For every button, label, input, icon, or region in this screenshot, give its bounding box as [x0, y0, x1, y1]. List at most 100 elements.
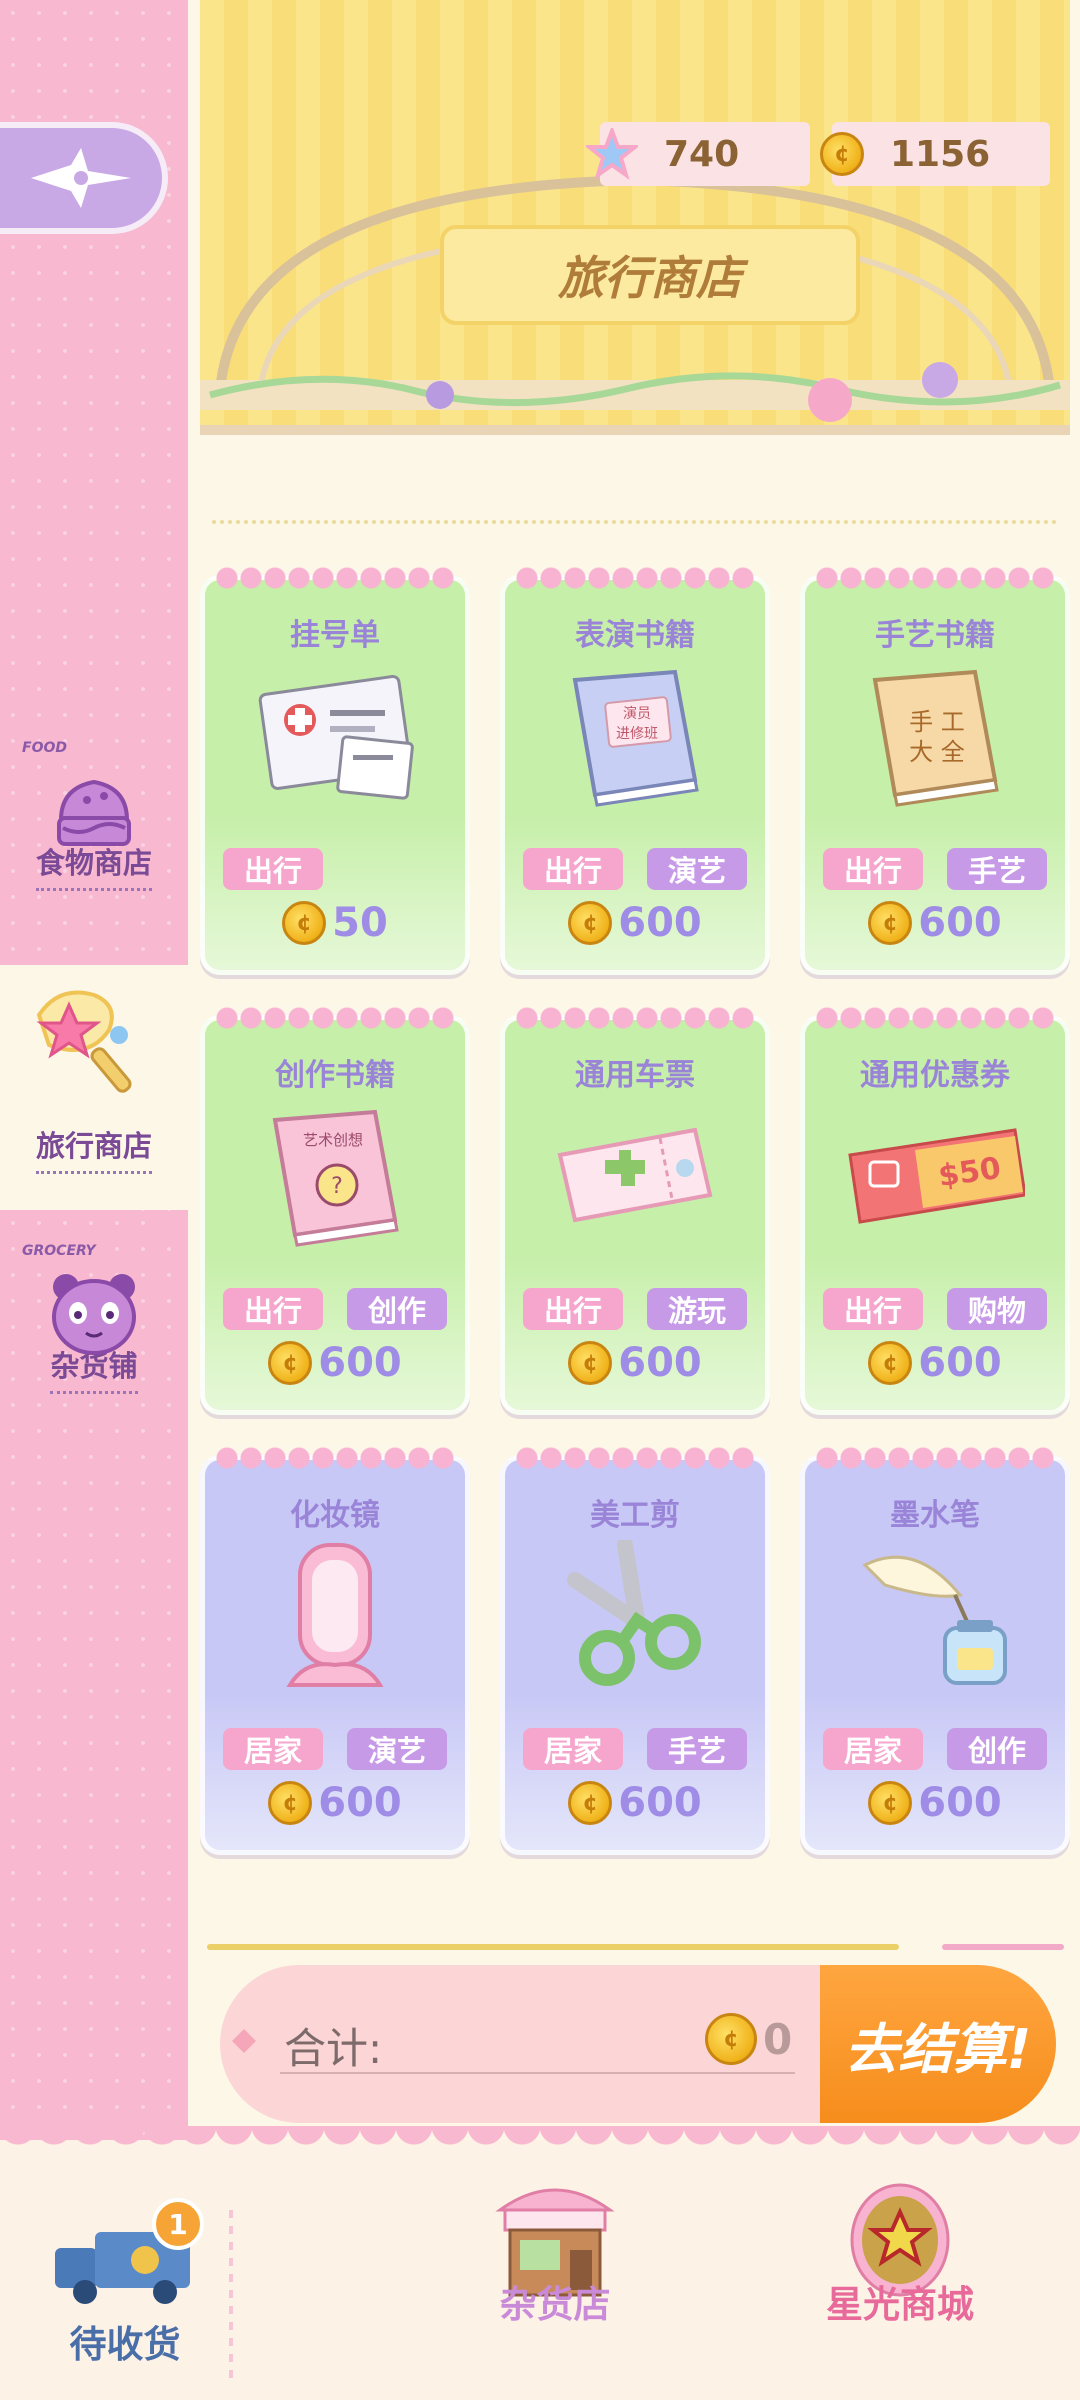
- nav-grocery-store[interactable]: 杂货店: [445, 2170, 665, 2328]
- scissors-icon: [567, 1540, 701, 1686]
- divider: [207, 1944, 899, 1950]
- item-name: 通用车票: [575, 1058, 695, 1093]
- coin-icon: ¢: [568, 1781, 613, 1825]
- price-value: 600: [318, 1780, 402, 1826]
- book-icon: 手 工 大 全: [872, 669, 999, 807]
- total-bar: 合计: ¢ 0 去结算!: [220, 1965, 1056, 2123]
- registration-form-icon: [258, 674, 414, 800]
- coin-icon: ¢: [868, 1341, 913, 1385]
- item-price: ¢ 600: [205, 1780, 465, 1826]
- nav-label: 星光商城: [826, 2283, 974, 2326]
- bottom-nav: 待收货 1 杂货店 星光商城: [0, 2126, 1080, 2400]
- item-price: ¢ 600: [805, 900, 1065, 946]
- coin-icon: ¢: [268, 1341, 313, 1385]
- divider: [229, 2210, 233, 2380]
- tag-label: 游玩: [647, 1288, 747, 1330]
- card-ribbon: [515, 566, 755, 590]
- card-ribbon: [515, 1446, 755, 1470]
- diamond-icon: [232, 2029, 256, 2053]
- tag-label: 居家: [523, 1728, 623, 1770]
- tag-label: 出行: [823, 848, 923, 890]
- coin-icon: ¢: [268, 1781, 313, 1825]
- svg-text:手 工: 手 工: [909, 708, 965, 736]
- book-icon: 演员 进修班: [572, 669, 699, 807]
- price-value: 600: [918, 1340, 1002, 1386]
- tag-label: 创作: [347, 1288, 447, 1330]
- item-name: 墨水笔: [890, 1498, 980, 1533]
- sidebar-tab-grocery[interactable]: GROCERY 杂货铺: [0, 1243, 188, 1413]
- coin-currency: ¢ 1156: [820, 122, 1050, 186]
- panda-icon: [52, 1274, 136, 1355]
- back-button[interactable]: [0, 122, 168, 234]
- divider: [212, 520, 1057, 524]
- ticket-icon: [557, 1127, 713, 1223]
- shop-header-banner: 740 ¢ 1156 旅行商店: [200, 0, 1070, 435]
- tag-label: 出行: [223, 1288, 323, 1330]
- price-value: 600: [618, 1340, 702, 1386]
- svg-text:?: ?: [331, 1174, 343, 1199]
- scallop-border: [0, 2126, 1080, 2154]
- tag-label: 演艺: [347, 1728, 447, 1770]
- book-icon: 艺术创想 ?: [272, 1109, 399, 1247]
- sidebar-tab-label: 旅行商店: [35, 1123, 152, 1174]
- tag-label: 出行: [523, 848, 623, 890]
- item-card-general-ticket[interactable]: 通用车票 出行 游玩 ¢ 600: [500, 1006, 770, 1415]
- sidebar-tab-travel[interactable]: 旅行商店: [0, 975, 188, 1174]
- nav-starlight-mall[interactable]: 星光商城: [790, 2170, 1010, 2328]
- tag-label: 手艺: [947, 848, 1047, 890]
- tag-label: 手艺: [647, 1728, 747, 1770]
- coin-icon: ¢: [868, 901, 913, 945]
- coupon-icon: $50: [848, 1128, 1025, 1224]
- item-price: ¢ 600: [505, 1340, 765, 1386]
- nav-label: 杂货店: [499, 2283, 611, 2326]
- card-ribbon: [215, 1006, 455, 1030]
- star-currency: 740: [586, 122, 810, 186]
- shop-title: 旅行商店: [440, 225, 860, 325]
- svg-text:艺术创想: 艺术创想: [303, 1131, 363, 1149]
- sidebar-tab-small-label: FOOD: [22, 740, 67, 756]
- item-name: 通用优惠券: [860, 1058, 1010, 1093]
- total-value: 0: [763, 2014, 793, 2064]
- nav-label: 待收货: [69, 2323, 181, 2366]
- price-value: 600: [618, 1780, 702, 1826]
- coin-count: 1156: [890, 133, 991, 175]
- coin-icon: ¢: [820, 132, 864, 176]
- item-price: ¢ 50: [205, 900, 465, 946]
- item-price: ¢ 600: [805, 1340, 1065, 1386]
- coin-icon: ¢: [568, 901, 613, 945]
- item-card-performance-book[interactable]: 表演书籍 演员 进修班 出行 演艺 ¢ 600: [500, 566, 770, 975]
- item-card-ink-pen[interactable]: 墨水笔 居家 创作 ¢ 600: [800, 1446, 1070, 1855]
- nav-pending-delivery[interactable]: 待收货 1: [40, 2198, 210, 2368]
- card-ribbon: [815, 1006, 1055, 1030]
- total-underline: [280, 2072, 795, 2074]
- tag-label: 出行: [223, 848, 323, 890]
- card-ribbon: [515, 1006, 755, 1030]
- item-name: 手艺书籍: [875, 618, 995, 653]
- item-name: 美工剪: [590, 1498, 680, 1533]
- checkout-button[interactable]: 去结算!: [820, 1965, 1056, 2123]
- card-ribbon: [215, 566, 455, 590]
- item-name: 化妆镜: [290, 1498, 380, 1533]
- card-ribbon: [815, 1446, 1055, 1470]
- svg-text:大 全: 大 全: [909, 738, 965, 766]
- item-card-makeup-mirror[interactable]: 化妆镜 居家 演艺 ¢ 600: [200, 1446, 470, 1855]
- item-price: ¢ 600: [205, 1340, 465, 1386]
- item-price: ¢ 600: [805, 1780, 1065, 1826]
- coin-icon: ¢: [705, 2013, 757, 2065]
- item-card-general-coupon[interactable]: 通用优惠券 $50 出行 购物 ¢ 600: [800, 1006, 1070, 1415]
- item-card-craft-book[interactable]: 手艺书籍 手 工 大 全 出行 手艺 ¢ 600: [800, 566, 1070, 975]
- item-card-art-scissors[interactable]: 美工剪 居家 手艺 ¢ 600: [500, 1446, 770, 1855]
- coin-icon: ¢: [568, 1341, 613, 1385]
- tag-label: 创作: [947, 1728, 1047, 1770]
- tag-label: 居家: [223, 1728, 323, 1770]
- coin-icon: ¢: [282, 901, 327, 945]
- total-amount: ¢ 0: [705, 2013, 792, 2065]
- total-label: 合计:: [284, 2024, 383, 2073]
- tag-label: 出行: [823, 1288, 923, 1330]
- item-card-creative-book[interactable]: 创作书籍 艺术创想 ? 出行 创作 ¢ 600: [200, 1006, 470, 1415]
- back-arrow-icon: [31, 148, 131, 208]
- sidebar-tab-food[interactable]: FOOD 食物商店: [0, 740, 188, 910]
- divider: [942, 1944, 1064, 1950]
- item-card-registration-form[interactable]: 挂号单 出行 ¢ 50: [200, 566, 470, 975]
- rainbow-star-icon: [586, 128, 638, 180]
